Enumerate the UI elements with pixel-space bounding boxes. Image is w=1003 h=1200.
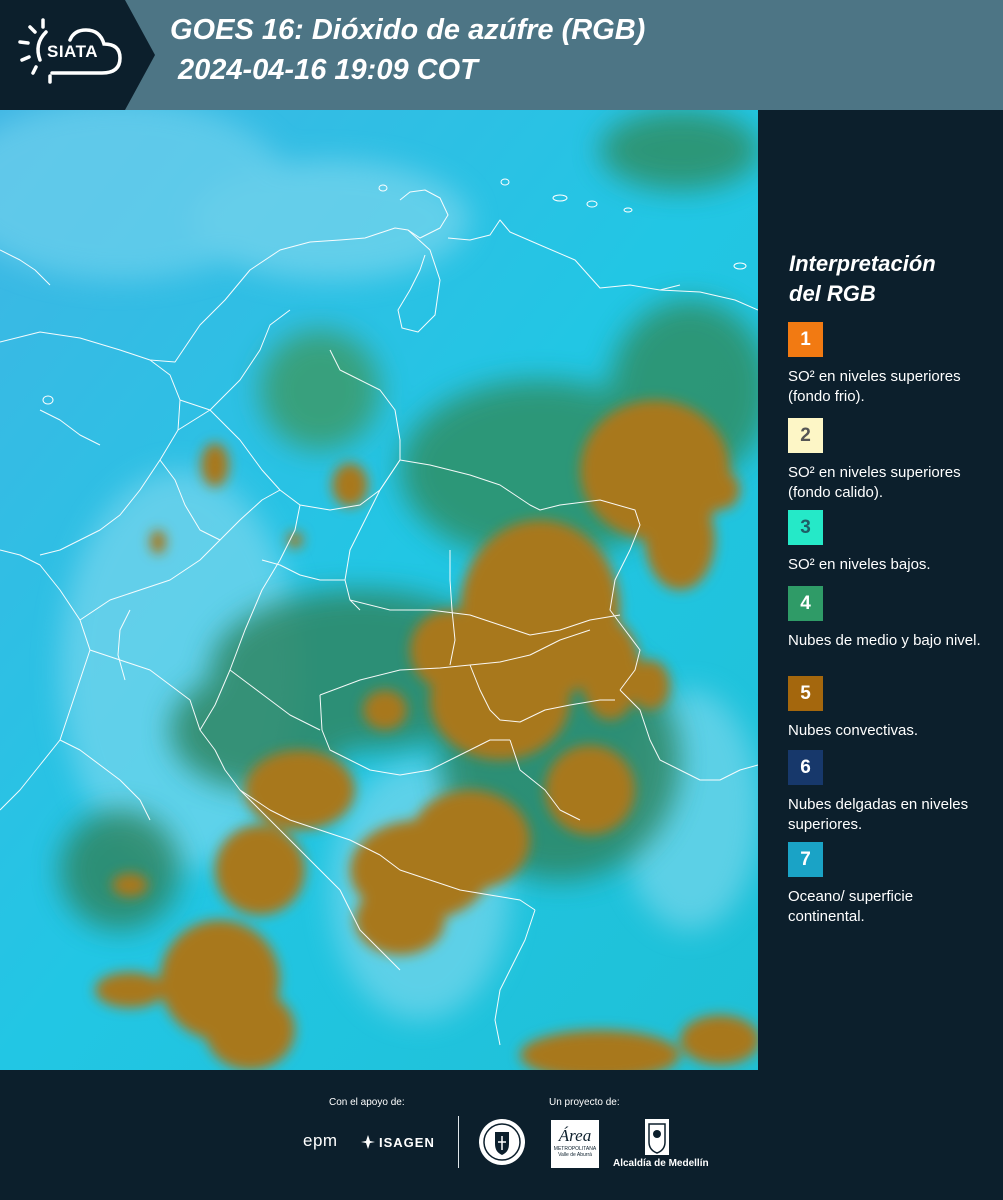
legend-swatch-3: 3 — [788, 510, 823, 545]
legend-item-1: 1 SO² en niveles superiores (fondo frio)… — [788, 322, 993, 407]
legend-swatch-5: 5 — [788, 676, 823, 711]
epm-logo: epm — [303, 1131, 338, 1150]
timestamp: 2024-04-16 19:09 COT — [178, 54, 478, 86]
area-metropolitana-logo: Área METROPOLITANA Valle de Aburrá — [551, 1120, 599, 1168]
satellite-map[interactable] — [0, 110, 758, 1070]
legend-item-7: 7 Oceano/ superficie continental. — [788, 842, 993, 927]
legend-item-5: 5 Nubes convectivas. — [788, 676, 993, 741]
legend-item-4: 4 Nubes de medio y bajo nivel. — [788, 586, 993, 651]
page-title: GOES 16: Dióxido de azúfre (RGB) — [170, 14, 646, 46]
medellin-seal-icon — [479, 1119, 525, 1165]
legend-swatch-2: 2 — [788, 418, 823, 453]
isagen-icon — [361, 1135, 375, 1149]
satellite-image — [0, 110, 758, 1070]
project-label: Un proyecto de: — [549, 1097, 620, 1108]
legend-swatch-4: 4 — [788, 586, 823, 621]
alcaldia-label: Alcaldía de Medellín — [613, 1158, 709, 1169]
logo-text: SIATA — [47, 42, 98, 61]
support-label: Con el apoyo de: — [329, 1097, 405, 1108]
logo-arrow — [125, 0, 155, 110]
legend-item-2: 2 SO² en niveles superiores (fondo calid… — [788, 418, 993, 503]
legend-swatch-7: 7 — [788, 842, 823, 877]
legend-item-3: 3 SO² en niveles bajos. — [788, 510, 993, 575]
header-bar: SIATA GOES 16: Dióxido de azúfre (RGB) 2… — [0, 0, 1003, 110]
isagen-logo: ISAGEN — [360, 1134, 435, 1150]
legend-item-6: 6 Nubes delgadas en niveles superiores. — [788, 750, 993, 835]
siata-logo: SIATA — [0, 0, 125, 110]
legend-swatch-6: 6 — [788, 750, 823, 785]
alcaldia-shield-icon — [645, 1119, 669, 1155]
legend-title: Interpretación del RGB — [789, 251, 936, 306]
legend-swatch-1: 1 — [788, 322, 823, 357]
footer-divider — [458, 1116, 459, 1168]
